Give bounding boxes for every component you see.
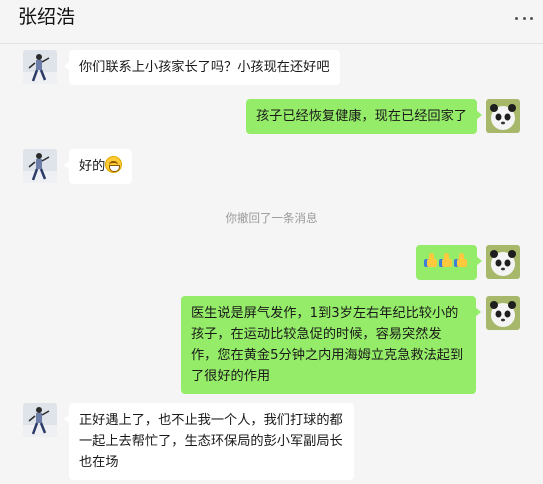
grin-emoji-icon (105, 156, 123, 173)
message-text: 好的 (79, 159, 106, 174)
my-avatar[interactable] (486, 296, 520, 330)
message-bubble-incoming[interactable]: 好的 (63, 149, 133, 184)
message-bubble-incoming[interactable]: 正好遇上了，也不止我一个人，我们打球的都一起上去帮忙了，生态环保局的彭小军副局长… (64, 403, 354, 480)
chat-header: 张绍浩 (0, 0, 543, 44)
thumbs-up-icon (439, 253, 453, 268)
contact-avatar[interactable] (23, 403, 57, 437)
chat-title: 张绍浩 (18, 6, 76, 28)
thumbs-up-icon (424, 253, 438, 268)
more-horizontal-icon[interactable] (515, 14, 533, 22)
message-bubble-outgoing[interactable]: 孩子已经恢复健康，现在已经回家了 (246, 99, 482, 134)
thumbs-up-icon (454, 253, 468, 268)
my-avatar[interactable] (486, 99, 520, 133)
message-bubble-outgoing[interactable] (416, 245, 482, 280)
contact-avatar[interactable] (23, 149, 57, 183)
message-bubble-incoming[interactable]: 你们联系上小孩家长了吗？小孩现在还好吧 (64, 50, 340, 85)
my-avatar[interactable] (486, 245, 520, 279)
message-bubble-outgoing[interactable]: 医生说是屏气发作，1到3岁左右年纪比较小的孩子，在运动比较急促的时候，容易突然发… (181, 296, 481, 394)
recalled-message-notice: 你撤回了一条消息 (225, 211, 318, 225)
contact-avatar[interactable] (23, 50, 57, 84)
